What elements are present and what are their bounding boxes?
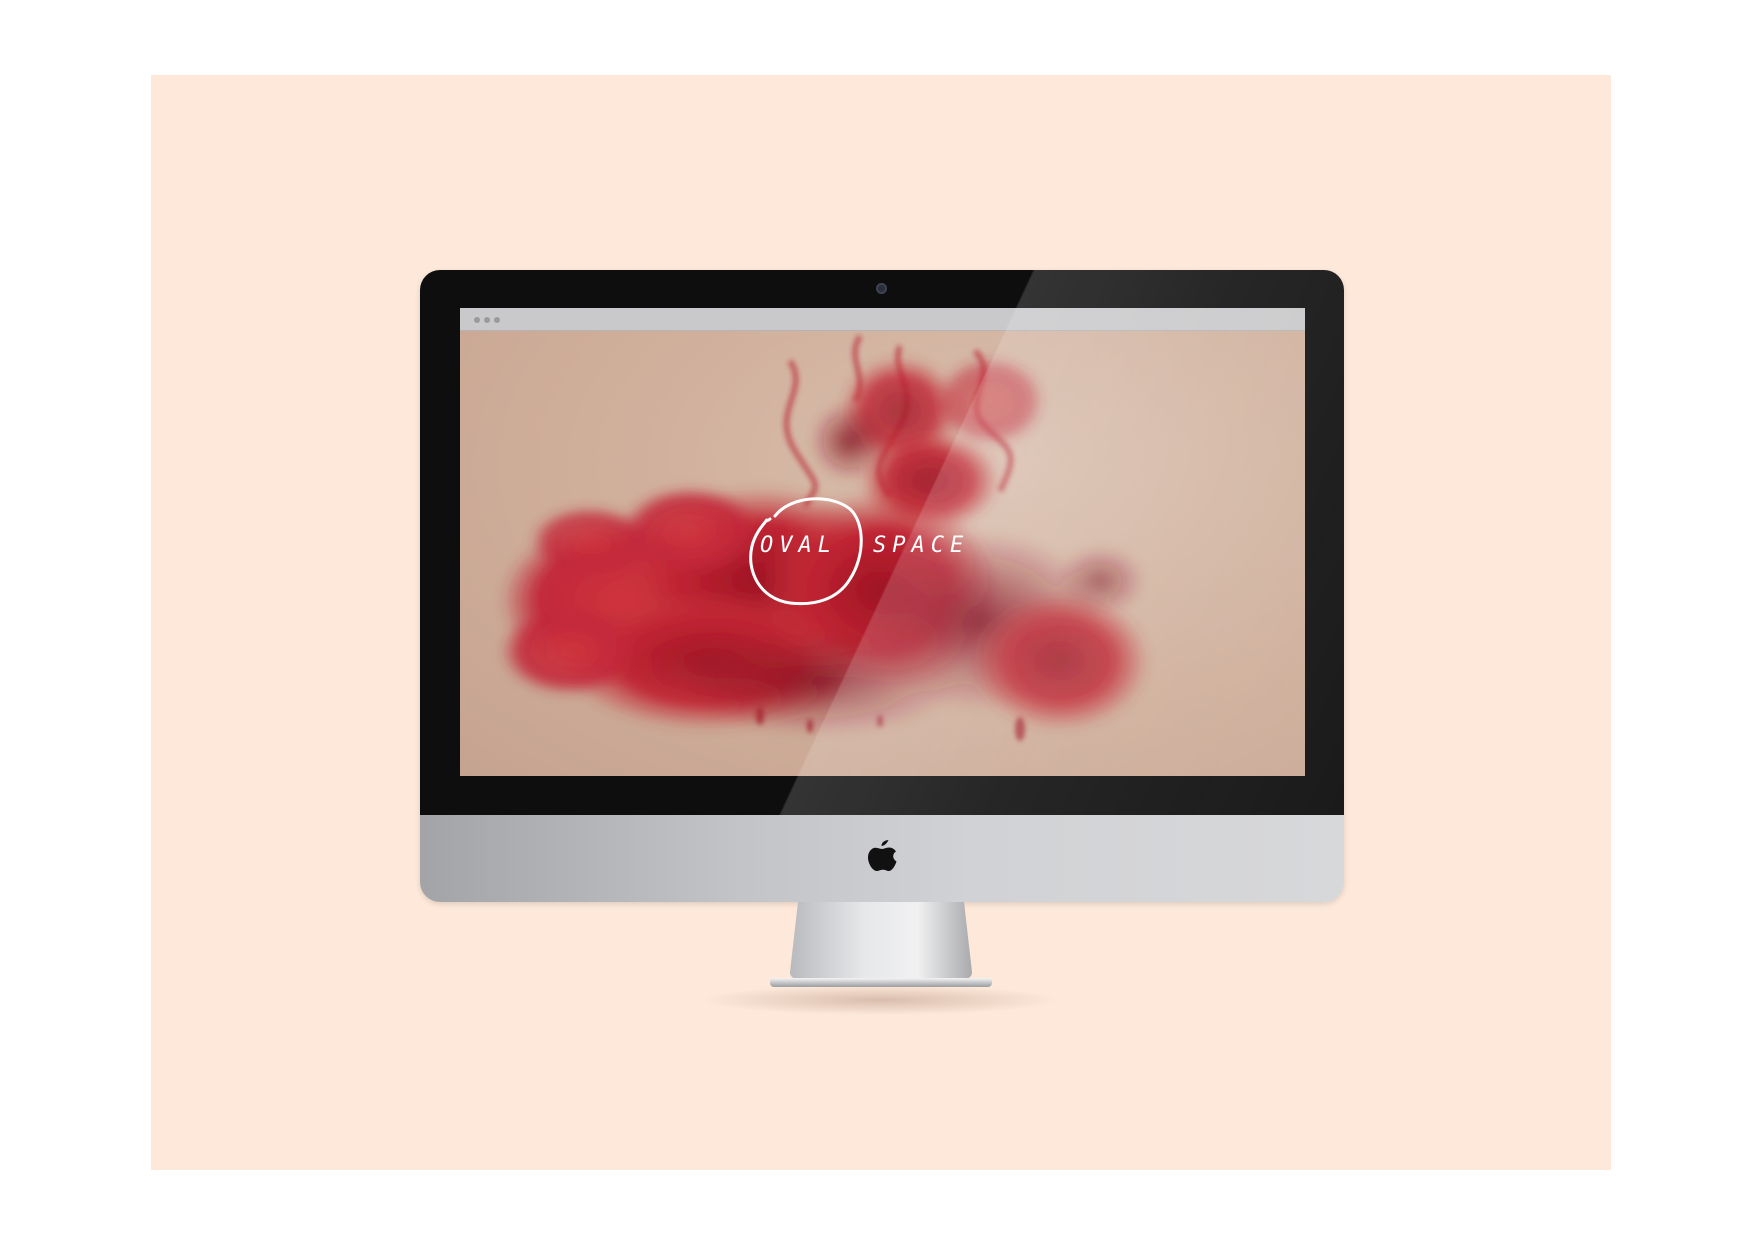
window-close-dot[interactable] xyxy=(474,317,480,323)
window-maximize-dot[interactable] xyxy=(494,317,500,323)
imac-monitor: OVAL SPACE xyxy=(420,270,1344,902)
monitor-stand xyxy=(770,902,992,987)
camera-icon xyxy=(876,283,887,294)
screen-bezel: OVAL SPACE xyxy=(420,270,1344,815)
logo-word-space[interactable]: SPACE xyxy=(873,533,969,558)
browser-toolbar xyxy=(460,308,1305,331)
browser-window: OVAL SPACE xyxy=(460,308,1305,776)
monitor-chin xyxy=(420,815,1344,902)
website-hero: OVAL SPACE xyxy=(460,331,1305,776)
window-minimize-dot[interactable] xyxy=(484,317,490,323)
logo-word-oval[interactable]: OVAL xyxy=(760,533,837,558)
apple-logo-icon xyxy=(868,840,897,871)
stand-shadow xyxy=(700,985,1060,1015)
